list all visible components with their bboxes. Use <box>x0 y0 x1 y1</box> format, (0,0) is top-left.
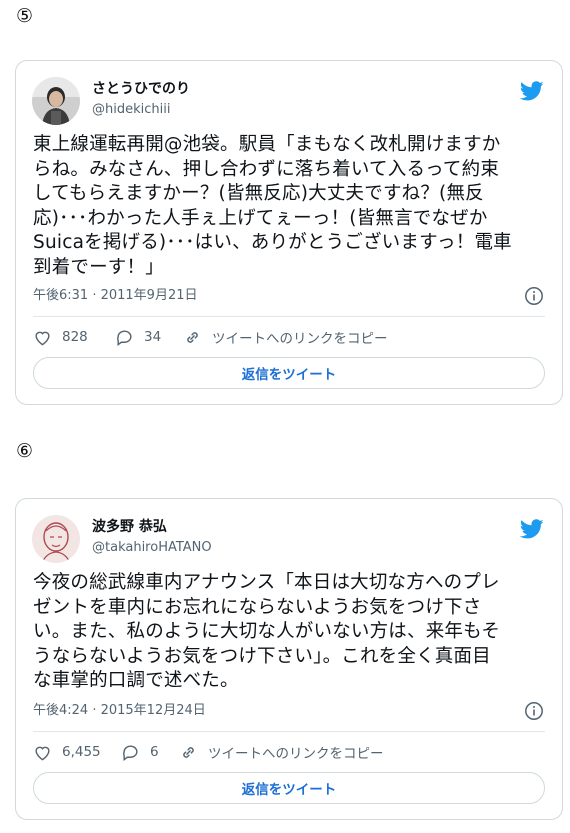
tweet-number-5: ⑤ <box>16 5 34 27</box>
info-icon[interactable] <box>524 286 544 306</box>
tweet-timestamp[interactable]: 午後4:24 · 2015年12月24日 <box>33 702 206 720</box>
heart-icon <box>35 746 50 760</box>
tweet-card[interactable]: 波多野 恭弘 @takahiroHATANO 今夜の総武線車内アナウンス「本日は… <box>15 498 563 820</box>
user-handle[interactable]: @takahiroHATANO <box>92 539 212 557</box>
twitter-bird-icon[interactable] <box>520 517 544 541</box>
avatar[interactable] <box>32 77 80 125</box>
twitter-bird-icon[interactable] <box>520 79 544 103</box>
copy-link-label: ツイートへのリンクをコピー <box>208 746 384 762</box>
display-name[interactable]: さとうひでのり <box>92 80 190 98</box>
tweet-card[interactable]: さとうひでのり @hidekichiii 東上線運転再開@池袋。駅員「まもなく改… <box>15 60 563 405</box>
tweet-text: 今夜の総武線車内アナウンス「本日は大切な方へのプレ ゼントを車内にお忘れにならな… <box>33 572 501 691</box>
copy-link-button[interactable]: ツイートへのリンクをコピー <box>183 327 388 347</box>
sketch-avatar-icon <box>32 515 80 563</box>
tweet-timestamp[interactable]: 午後6:31 · 2011年9月21日 <box>33 287 198 305</box>
copy-link-button[interactable]: ツイートへのリンクをコピー <box>179 742 384 762</box>
reply-action[interactable]: 6 <box>121 743 179 762</box>
avatar[interactable] <box>32 515 80 563</box>
copy-link-label: ツイートへのリンクをコピー <box>212 331 388 347</box>
user-handle[interactable]: @hidekichiii <box>92 101 170 119</box>
reply-action[interactable]: 34 <box>115 328 183 347</box>
link-icon <box>183 746 194 758</box>
reply-bubble-icon <box>117 329 132 346</box>
like-button[interactable]: 6,455 <box>33 743 121 762</box>
tweet-number-6: ⑥ <box>16 440 34 462</box>
person-avatar-icon <box>32 77 80 125</box>
tweet-text: 東上線運転再開@池袋。駅員「まもなく改札開けますか らね。みなさん、押し合わずに… <box>33 134 512 278</box>
like-button[interactable]: 828 <box>33 328 115 347</box>
info-icon[interactable] <box>524 701 544 721</box>
reply-count: 34 <box>144 329 162 345</box>
reply-tweet-button[interactable]: 返信をツイート <box>33 772 545 804</box>
display-name[interactable]: 波多野 恭弘 <box>92 518 167 536</box>
heart-icon <box>35 331 50 345</box>
tweet-actions: 6,455 6 ツイートへのリンクをコピー <box>33 741 545 763</box>
reply-tweet-button[interactable]: 返信をツイート <box>33 357 545 389</box>
divider <box>33 731 545 732</box>
reply-count: 6 <box>150 744 159 760</box>
divider <box>33 316 545 317</box>
tweet-actions: 828 34 ツイートへのリンクをコピー <box>33 326 545 348</box>
reply-bubble-icon <box>123 744 138 761</box>
link-icon <box>187 331 198 343</box>
like-count: 828 <box>62 329 88 345</box>
like-count: 6,455 <box>62 744 101 760</box>
